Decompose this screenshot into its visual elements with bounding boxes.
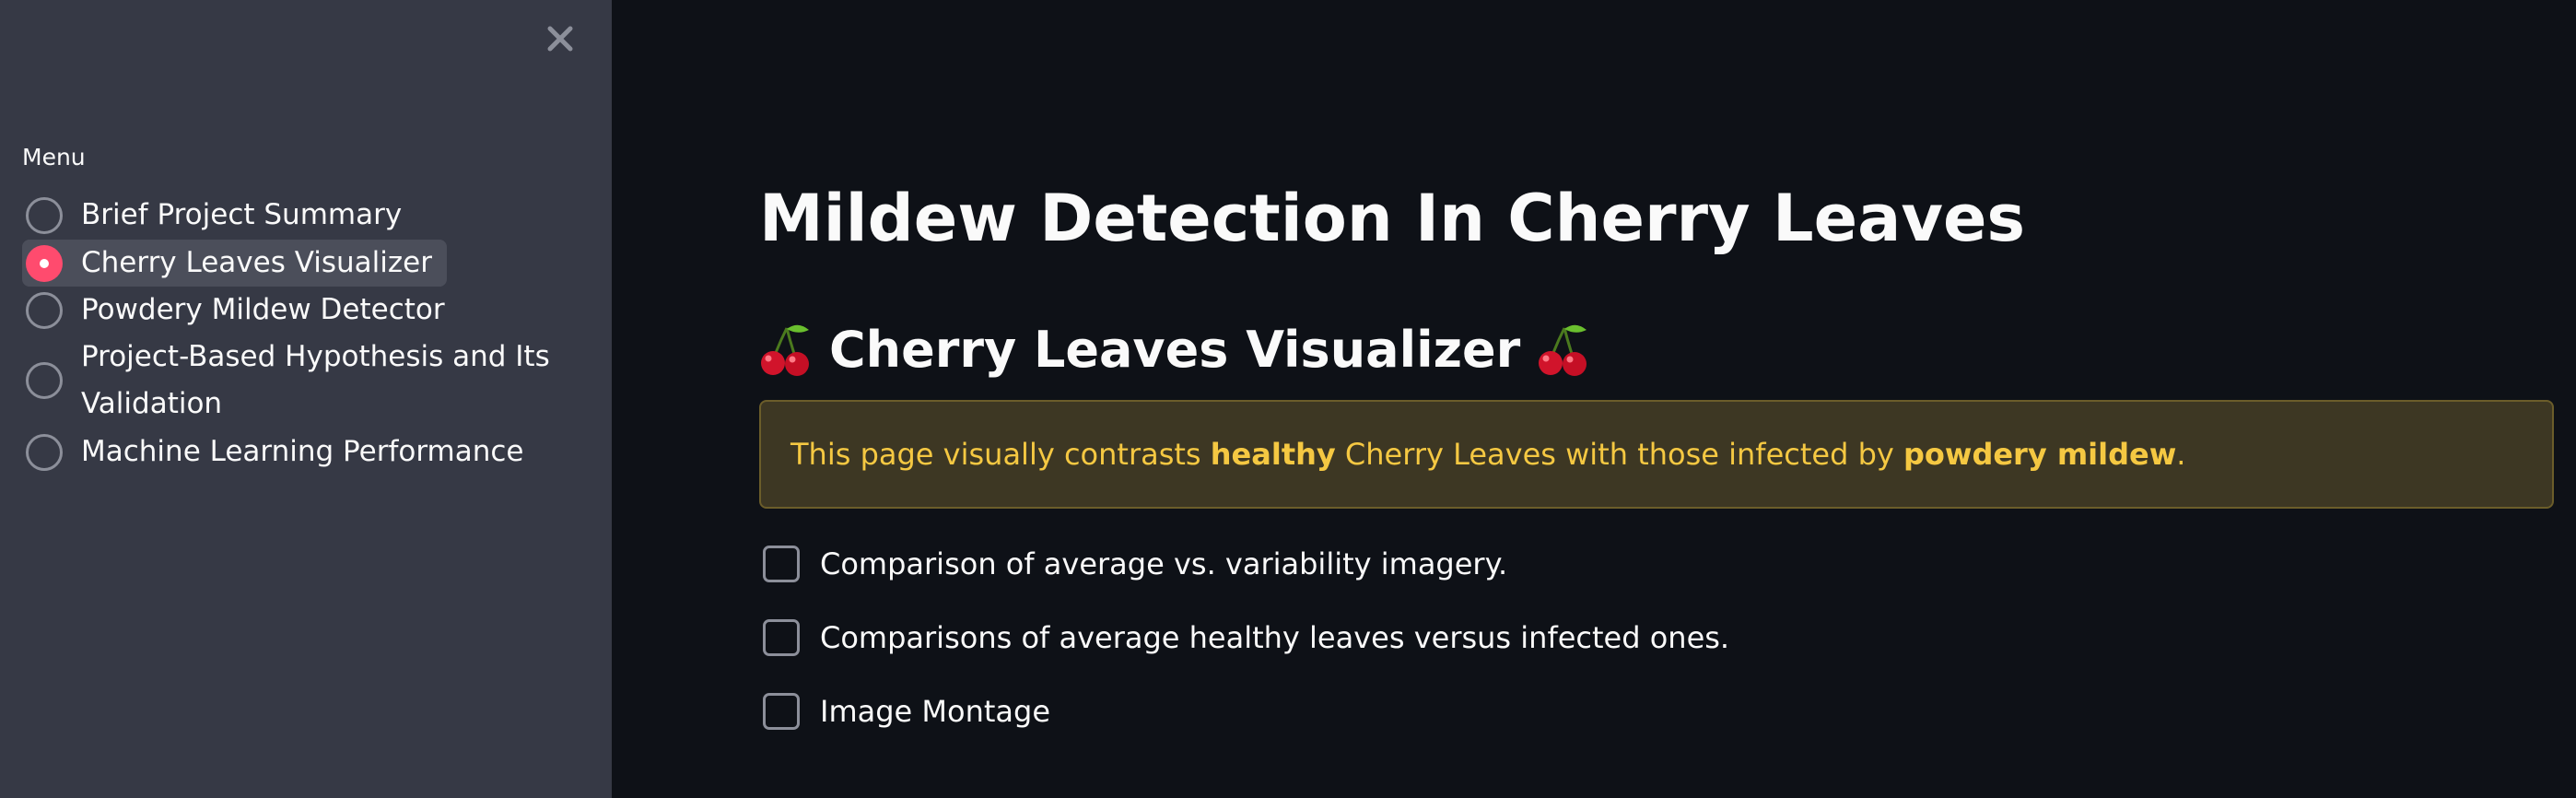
alert-text-part: This page visually contrasts bbox=[790, 437, 1211, 472]
alert-text-part: . bbox=[2176, 437, 2186, 472]
radio-label: Powdery Mildew Detector bbox=[81, 293, 445, 326]
subheader-text: Cherry Leaves Visualizer bbox=[829, 321, 1521, 379]
radio-label: Machine Learning Performance bbox=[81, 435, 524, 468]
cherries-icon bbox=[761, 324, 809, 376]
alert-bold-powdery-mildew: powdery mildew bbox=[1903, 437, 2177, 472]
section-subheader: Cherry Leaves Visualizer bbox=[759, 313, 1590, 387]
radio-circle[interactable] bbox=[26, 362, 63, 399]
sidebar: Menu Brief Project Summary Cherry Leaves… bbox=[0, 0, 612, 798]
checkbox-box[interactable] bbox=[763, 619, 800, 656]
checkbox-box[interactable] bbox=[763, 546, 800, 582]
checkbox-average-comparison[interactable]: Comparisons of average healthy leaves ve… bbox=[763, 619, 1729, 656]
radio-circle-selected[interactable] bbox=[26, 244, 63, 282]
checkbox-image-montage[interactable]: Image Montage bbox=[763, 693, 1050, 730]
alert-text: This page visually contrasts healthy Che… bbox=[790, 437, 2185, 472]
radio-powdery-mildew-detector[interactable]: Powdery Mildew Detector bbox=[22, 287, 445, 334]
radio-label: Brief Project Summary bbox=[81, 198, 403, 231]
close-icon bbox=[547, 26, 573, 52]
radio-circle[interactable] bbox=[26, 196, 63, 234]
radio-label-line1: Project-Based Hypothesis and Its bbox=[81, 340, 550, 373]
app-window: Menu Brief Project Summary Cherry Leaves… bbox=[0, 0, 2576, 798]
radio-label-multiline: Project-Based Hypothesis and Its Validat… bbox=[81, 334, 550, 428]
page-title: Mildew Detection In Cherry Leaves bbox=[759, 181, 2026, 256]
checkbox-label: Image Montage bbox=[820, 694, 1051, 729]
alert-bold-healthy: healthy bbox=[1210, 437, 1336, 472]
radio-cherry-leaves-visualizer[interactable]: Cherry Leaves Visualizer bbox=[22, 240, 447, 287]
radio-circle[interactable] bbox=[26, 291, 63, 329]
alert-text-part: Cherry Leaves with those infected by bbox=[1335, 437, 1903, 472]
checkbox-label: Comparison of average vs. variability im… bbox=[820, 546, 1508, 581]
menu-label: Menu bbox=[22, 144, 86, 170]
info-alert: This page visually contrasts healthy Che… bbox=[759, 400, 2554, 509]
checkbox-average-variability[interactable]: Comparison of average vs. variability im… bbox=[763, 546, 1507, 582]
radio-label: Cherry Leaves Visualizer bbox=[81, 246, 432, 279]
radio-circle[interactable] bbox=[26, 433, 63, 471]
checkbox-box[interactable] bbox=[763, 693, 800, 730]
checkbox-label: Comparisons of average healthy leaves ve… bbox=[820, 620, 1730, 655]
radio-project-hypothesis-validation[interactable]: Project-Based Hypothesis and Its Validat… bbox=[22, 334, 550, 428]
sidebar-close-button[interactable] bbox=[538, 17, 582, 61]
radio-machine-learning-performance[interactable]: Machine Learning Performance bbox=[22, 428, 524, 475]
cherries-icon bbox=[1539, 324, 1587, 376]
radio-brief-project-summary[interactable]: Brief Project Summary bbox=[22, 192, 402, 239]
radio-label-line2: Validation bbox=[81, 387, 223, 420]
